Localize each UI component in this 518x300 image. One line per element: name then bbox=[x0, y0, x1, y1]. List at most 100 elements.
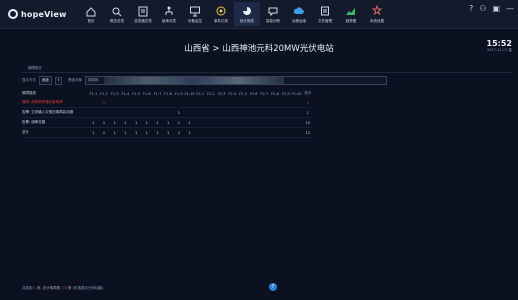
table-cell: 1 bbox=[98, 98, 110, 108]
clock-time: 15:52 bbox=[486, 39, 512, 48]
table-cell: 1 bbox=[109, 117, 121, 128]
column-header: F2-3 bbox=[217, 91, 226, 96]
table-cell bbox=[194, 117, 206, 128]
table-cell bbox=[269, 98, 281, 108]
table-cell bbox=[280, 107, 292, 118]
footer-prefix: 共找到 bbox=[22, 286, 34, 290]
column-header: F1-7 bbox=[153, 91, 162, 96]
table-row[interactable]: 故障: 风机故障通讯板故障 1 1 bbox=[22, 98, 314, 108]
table-cell bbox=[205, 127, 217, 138]
table-cell bbox=[291, 107, 302, 118]
table-cell bbox=[184, 98, 195, 108]
nav-item-cloud[interactable]: 远程运维 bbox=[286, 2, 312, 26]
table-cell bbox=[120, 98, 131, 108]
filter-bar: 显示方式 面板 ▾ 筛选对象 故障码 bbox=[22, 76, 387, 85]
column-header: F1-3 bbox=[110, 91, 119, 96]
table-cell bbox=[141, 107, 153, 118]
table-cell bbox=[291, 98, 302, 108]
row-name: 告警: 交流输入欠电压故障启动报 bbox=[22, 107, 88, 118]
table-cell bbox=[280, 98, 292, 108]
table-cell bbox=[237, 98, 249, 108]
logo[interactable]: hopeView bbox=[8, 8, 67, 20]
nav-item-trend-chart[interactable]: 趋势图 bbox=[338, 2, 364, 26]
filter-object-input[interactable]: 故障码 bbox=[85, 76, 387, 85]
table-cell bbox=[248, 107, 259, 118]
breadcrumb: 故障统计 bbox=[28, 66, 42, 70]
cloud-icon bbox=[293, 7, 304, 14]
table-cell: 1 bbox=[109, 127, 121, 138]
row-total: 12 bbox=[301, 127, 314, 138]
table-cell bbox=[269, 127, 281, 138]
nav-item-label: 统计报表 bbox=[240, 19, 254, 23]
nav-item-event[interactable]: 事件记录 bbox=[208, 2, 234, 26]
row-total: 10 bbox=[301, 117, 314, 128]
table-cell: 1 bbox=[162, 117, 174, 128]
table-row[interactable]: 总计 1 2 1 1 1 1 1 1 2 1 12 bbox=[22, 127, 314, 138]
help-icon[interactable]: ? bbox=[469, 4, 473, 13]
help-button[interactable]: ? bbox=[269, 283, 277, 291]
table-cell bbox=[216, 127, 227, 138]
nav-item-report-pie[interactable]: 统计报表 bbox=[234, 2, 260, 26]
row-total: 1 bbox=[301, 98, 314, 108]
table-cell: 1 bbox=[173, 107, 185, 118]
nav-item-diagnosis[interactable]: 智能诊断 bbox=[260, 2, 286, 26]
column-header: F2-7 bbox=[260, 91, 269, 96]
table-cell bbox=[259, 117, 270, 128]
settings-icon bbox=[371, 5, 383, 16]
nav-item-label: 事件记录 bbox=[214, 19, 228, 23]
table-cell bbox=[130, 107, 142, 118]
column-header: F2-4 bbox=[228, 91, 237, 96]
table-cell: 1 bbox=[141, 117, 153, 128]
filter-object-label: 筛选对象 bbox=[68, 78, 82, 82]
table-cell: 1 bbox=[130, 117, 142, 128]
column-header: F2-6 bbox=[249, 91, 258, 96]
table-cell: 1 bbox=[98, 117, 110, 128]
column-header: F1-5 bbox=[132, 91, 140, 96]
column-header: F1-6 bbox=[142, 91, 151, 96]
clock-date: 2017-11-17 星 bbox=[487, 48, 512, 52]
filter-object-value: 故障码 bbox=[88, 78, 99, 82]
monitor-icon[interactable]: ▣ bbox=[492, 4, 500, 13]
footer-sep: 条, 总计故障数 bbox=[35, 286, 62, 290]
table-cell bbox=[194, 127, 206, 138]
column-header: F2-9 bbox=[281, 91, 290, 96]
table-cell bbox=[269, 107, 281, 118]
table-cell bbox=[226, 127, 238, 138]
footer-summary: 共找到 1 条, 总计故障数 3.8 条 (可选显示分页功能) bbox=[22, 286, 103, 291]
row-name: 总计 bbox=[22, 127, 88, 138]
column-header: F2-5 bbox=[239, 91, 247, 96]
table-cell bbox=[259, 127, 270, 138]
display-mode-select[interactable]: 面板 bbox=[39, 76, 52, 85]
column-header: F1-9 bbox=[174, 91, 183, 96]
nav-item-label: 远程运维 bbox=[292, 19, 306, 23]
nav-item-inverter-list[interactable]: 逆变器总表 bbox=[130, 2, 156, 26]
nav-item-monitor[interactable]: 设备监控 bbox=[182, 2, 208, 26]
column-header-total: 总计 bbox=[304, 91, 312, 95]
table-cell bbox=[205, 117, 217, 128]
table-cell: 2 bbox=[173, 127, 185, 138]
table-cell bbox=[259, 98, 270, 108]
nav-item-file[interactable]: 文件管理 bbox=[312, 2, 338, 26]
table-cell bbox=[109, 107, 121, 118]
nav-item-home[interactable]: 首页 bbox=[78, 2, 104, 26]
station-title: 山西省 > 山西神池元科20MW光伏电站 bbox=[184, 44, 334, 54]
chevron-down-icon[interactable]: ▾ bbox=[55, 76, 62, 85]
nav-item-string-list[interactable]: 组串总表 bbox=[156, 2, 182, 26]
table-cell: 1 bbox=[173, 117, 185, 128]
table-cell: 1 bbox=[120, 117, 131, 128]
close-icon[interactable]: — bbox=[506, 4, 514, 13]
table-cell bbox=[184, 107, 195, 118]
table-cell bbox=[162, 98, 174, 108]
table-row[interactable]: 告警: 组串支路 1 1 1 1 1 1 1 1 1 1 10 bbox=[22, 117, 314, 128]
nav-item-label: 逆变器总表 bbox=[134, 19, 152, 23]
logo-text: hopeView bbox=[21, 9, 67, 19]
user-icon[interactable]: ⚇ bbox=[479, 4, 486, 13]
nav-item-settings[interactable]: 系统设置 bbox=[364, 2, 390, 26]
footer-suffix: 条 (可选显示分页功能) bbox=[66, 286, 104, 290]
table-cell bbox=[226, 98, 238, 108]
column-header: F1-8 bbox=[164, 91, 173, 96]
row-total: 1 bbox=[301, 107, 314, 118]
table-row[interactable]: 告警: 交流输入欠电压故障启动报 1 1 bbox=[22, 107, 314, 118]
nav-item-overview[interactable]: 概览总表 bbox=[104, 2, 130, 26]
column-header: F2-8 bbox=[271, 91, 279, 96]
